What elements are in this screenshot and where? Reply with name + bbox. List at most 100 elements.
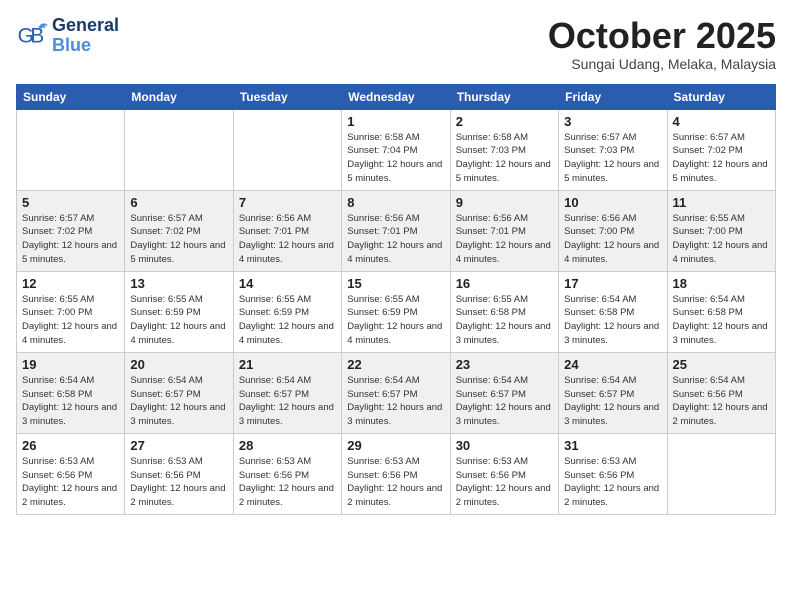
day-info: Sunrise: 6:55 AMSunset: 7:00 PMDaylight:… xyxy=(673,212,770,267)
table-row: 21 Sunrise: 6:54 AMSunset: 6:57 PMDayligh… xyxy=(233,352,341,433)
header-thursday: Thursday xyxy=(450,84,558,109)
page-header: G B General Blue October 2025 Sungai Uda… xyxy=(16,16,776,72)
header-saturday: Saturday xyxy=(667,84,775,109)
day-number: 12 xyxy=(22,276,119,291)
day-info: Sunrise: 6:54 AMSunset: 6:57 PMDaylight:… xyxy=(347,374,444,429)
calendar-week-row: 12 Sunrise: 6:55 AMSunset: 7:00 PMDayligh… xyxy=(17,271,776,352)
table-row: 13Sunrise: 6:55 AMSunset: 6:59 PMDayligh… xyxy=(125,271,233,352)
day-number: 20 xyxy=(130,357,227,372)
day-info: Sunrise: 6:54 AMSunset: 6:56 PMDaylight:… xyxy=(673,374,770,429)
calendar-week-row: 5 Sunrise: 6:57 AMSunset: 7:02 PMDaylight… xyxy=(17,190,776,271)
day-info: Sunrise: 6:53 AMSunset: 6:56 PMDaylight:… xyxy=(130,455,227,510)
day-info: Sunrise: 6:54 AMSunset: 6:58 PMDaylight:… xyxy=(564,293,661,348)
day-info: Sunrise: 6:55 AMSunset: 6:59 PMDaylight:… xyxy=(347,293,444,348)
day-number: 5 xyxy=(22,195,119,210)
day-info: Sunrise: 6:54 AMSunset: 6:57 PMDaylight:… xyxy=(130,374,227,429)
logo-general: General xyxy=(52,15,119,35)
header-tuesday: Tuesday xyxy=(233,84,341,109)
day-info: Sunrise: 6:55 AMSunset: 7:00 PMDaylight:… xyxy=(22,293,119,348)
day-info: Sunrise: 6:57 AMSunset: 7:03 PMDaylight:… xyxy=(564,131,661,186)
day-info: Sunrise: 6:53 AMSunset: 6:56 PMDaylight:… xyxy=(347,455,444,510)
day-number: 30 xyxy=(456,438,553,453)
day-info: Sunrise: 6:53 AMSunset: 6:56 PMDaylight:… xyxy=(239,455,336,510)
table-row: 23 Sunrise: 6:54 AMSunset: 6:57 PMDayligh… xyxy=(450,352,558,433)
table-row: 9Sunrise: 6:56 AMSunset: 7:01 PMDaylight… xyxy=(450,190,558,271)
day-info: Sunrise: 6:55 AMSunset: 6:59 PMDaylight:… xyxy=(239,293,336,348)
day-number: 3 xyxy=(564,114,661,129)
day-info: Sunrise: 6:56 AMSunset: 7:00 PMDaylight:… xyxy=(564,212,661,267)
table-row xyxy=(667,433,775,514)
day-number: 2 xyxy=(456,114,553,129)
header-sunday: Sunday xyxy=(17,84,125,109)
header-friday: Friday xyxy=(559,84,667,109)
day-number: 15 xyxy=(347,276,444,291)
day-number: 18 xyxy=(673,276,770,291)
table-row: 4Sunrise: 6:57 AMSunset: 7:02 PMDaylight… xyxy=(667,109,775,190)
day-number: 25 xyxy=(673,357,770,372)
table-row: 28 Sunrise: 6:53 AMSunset: 6:56 PMDayligh… xyxy=(233,433,341,514)
table-row: 31 Sunrise: 6:53 AMSunset: 6:56 PMDayligh… xyxy=(559,433,667,514)
day-info: Sunrise: 6:54 AMSunset: 6:57 PMDaylight:… xyxy=(456,374,553,429)
day-number: 10 xyxy=(564,195,661,210)
day-number: 21 xyxy=(239,357,336,372)
table-row: 14 Sunrise: 6:55 AMSunset: 6:59 PMDayligh… xyxy=(233,271,341,352)
month-title: October 2025 xyxy=(548,16,776,56)
day-info: Sunrise: 6:54 AMSunset: 6:58 PMDaylight:… xyxy=(673,293,770,348)
day-info: Sunrise: 6:53 AMSunset: 6:56 PMDaylight:… xyxy=(456,455,553,510)
day-info: Sunrise: 6:54 AMSunset: 6:57 PMDaylight:… xyxy=(239,374,336,429)
day-number: 1 xyxy=(347,114,444,129)
table-row: 27 Sunrise: 6:53 AMSunset: 6:56 PMDayligh… xyxy=(125,433,233,514)
day-number: 23 xyxy=(456,357,553,372)
table-row: 25 Sunrise: 6:54 AMSunset: 6:56 PMDayligh… xyxy=(667,352,775,433)
day-info: Sunrise: 6:53 AMSunset: 6:56 PMDaylight:… xyxy=(564,455,661,510)
table-row xyxy=(17,109,125,190)
table-row xyxy=(125,109,233,190)
header-monday: Monday xyxy=(125,84,233,109)
day-number: 19 xyxy=(22,357,119,372)
day-info: Sunrise: 6:53 AMSunset: 6:56 PMDaylight:… xyxy=(22,455,119,510)
table-row: 16Sunrise: 6:55 AMSunset: 6:58 PMDayligh… xyxy=(450,271,558,352)
logo-blue: Blue xyxy=(52,35,91,55)
table-row: 5 Sunrise: 6:57 AMSunset: 7:02 PMDaylight… xyxy=(17,190,125,271)
table-row: 17 Sunrise: 6:54 AMSunset: 6:58 PMDayligh… xyxy=(559,271,667,352)
calendar-week-row: 26Sunrise: 6:53 AMSunset: 6:56 PMDayligh… xyxy=(17,433,776,514)
table-row: 3 Sunrise: 6:57 AMSunset: 7:03 PMDaylight… xyxy=(559,109,667,190)
day-number: 31 xyxy=(564,438,661,453)
day-info: Sunrise: 6:58 AMSunset: 7:04 PMDaylight:… xyxy=(347,131,444,186)
day-number: 14 xyxy=(239,276,336,291)
weekday-header-row: Sunday Monday Tuesday Wednesday Thursday… xyxy=(17,84,776,109)
table-row: 20 Sunrise: 6:54 AMSunset: 6:57 PMDayligh… xyxy=(125,352,233,433)
header-wednesday: Wednesday xyxy=(342,84,450,109)
location-subtitle: Sungai Udang, Melaka, Malaysia xyxy=(548,56,776,72)
day-number: 6 xyxy=(130,195,227,210)
table-row: 29 Sunrise: 6:53 AMSunset: 6:56 PMDayligh… xyxy=(342,433,450,514)
title-block: October 2025 Sungai Udang, Melaka, Malay… xyxy=(548,16,776,72)
day-info: Sunrise: 6:58 AMSunset: 7:03 PMDaylight:… xyxy=(456,131,553,186)
day-number: 8 xyxy=(347,195,444,210)
day-number: 24 xyxy=(564,357,661,372)
calendar-table: Sunday Monday Tuesday Wednesday Thursday… xyxy=(16,84,776,515)
table-row: 22 Sunrise: 6:54 AMSunset: 6:57 PMDayligh… xyxy=(342,352,450,433)
day-number: 13 xyxy=(130,276,227,291)
table-row: 19 Sunrise: 6:54 AMSunset: 6:58 PMDayligh… xyxy=(17,352,125,433)
table-row: 11Sunrise: 6:55 AMSunset: 7:00 PMDayligh… xyxy=(667,190,775,271)
day-number: 9 xyxy=(456,195,553,210)
day-number: 28 xyxy=(239,438,336,453)
day-number: 4 xyxy=(673,114,770,129)
table-row: 15 Sunrise: 6:55 AMSunset: 6:59 PMDayligh… xyxy=(342,271,450,352)
day-number: 29 xyxy=(347,438,444,453)
table-row: 18 Sunrise: 6:54 AMSunset: 6:58 PMDayligh… xyxy=(667,271,775,352)
day-info: Sunrise: 6:56 AMSunset: 7:01 PMDaylight:… xyxy=(239,212,336,267)
day-number: 7 xyxy=(239,195,336,210)
table-row: 2 Sunrise: 6:58 AMSunset: 7:03 PMDaylight… xyxy=(450,109,558,190)
day-info: Sunrise: 6:57 AMSunset: 7:02 PMDaylight:… xyxy=(22,212,119,267)
logo: G B General Blue xyxy=(16,16,119,56)
table-row: 8Sunrise: 6:56 AMSunset: 7:01 PMDaylight… xyxy=(342,190,450,271)
table-row: 30 Sunrise: 6:53 AMSunset: 6:56 PMDayligh… xyxy=(450,433,558,514)
day-info: Sunrise: 6:54 AMSunset: 6:58 PMDaylight:… xyxy=(22,374,119,429)
day-info: Sunrise: 6:55 AMSunset: 6:58 PMDaylight:… xyxy=(456,293,553,348)
day-number: 22 xyxy=(347,357,444,372)
day-number: 27 xyxy=(130,438,227,453)
day-info: Sunrise: 6:54 AMSunset: 6:57 PMDaylight:… xyxy=(564,374,661,429)
day-number: 17 xyxy=(564,276,661,291)
